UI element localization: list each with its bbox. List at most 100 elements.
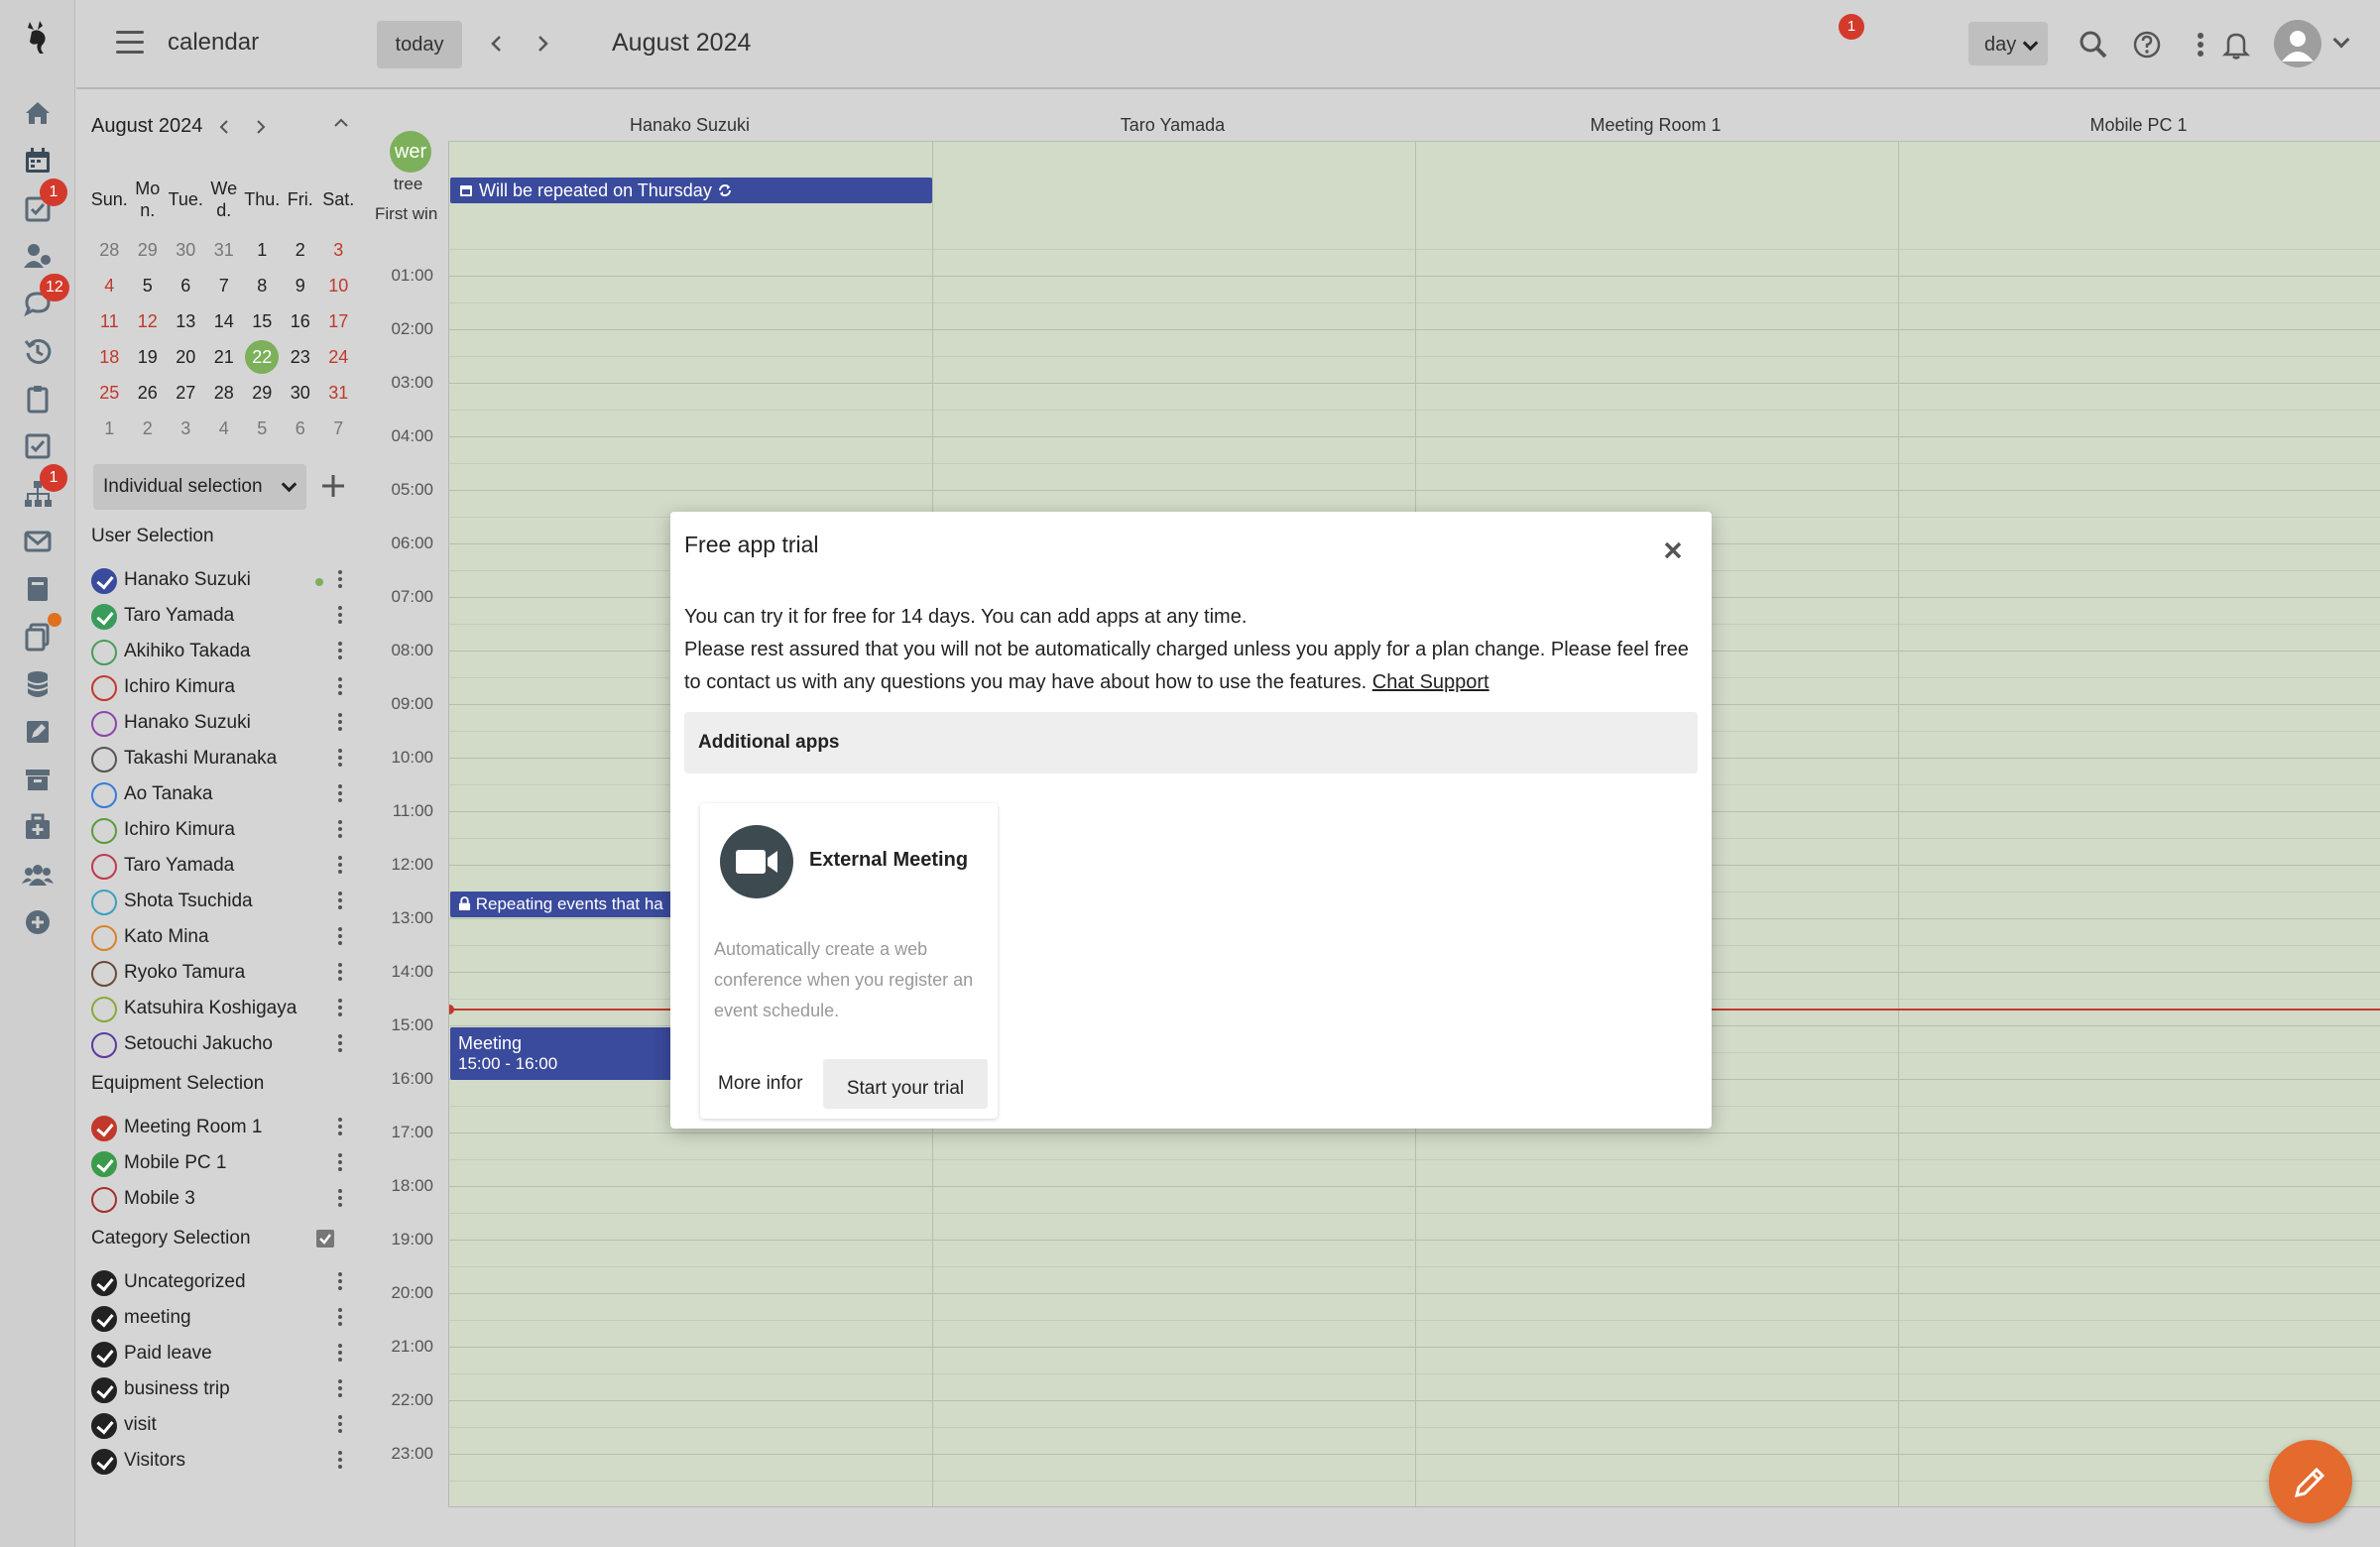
- mini-day[interactable]: 28: [90, 232, 129, 268]
- mini-day[interactable]: 30: [282, 375, 320, 411]
- book-icon[interactable]: [22, 573, 54, 605]
- kebab-menu-icon[interactable]: [338, 1189, 344, 1209]
- user-checkbox[interactable]: [91, 997, 117, 1022]
- user-item[interactable]: Setouchi Jakucho: [91, 1025, 349, 1061]
- mini-day[interactable]: 31: [319, 375, 358, 411]
- category-checkbox[interactable]: [91, 1449, 117, 1475]
- collapse-icon[interactable]: [332, 113, 350, 133]
- category-checkbox[interactable]: [91, 1342, 117, 1368]
- allday-event[interactable]: Will be repeated on Thursday: [450, 178, 932, 203]
- mini-day[interactable]: 24: [319, 339, 358, 375]
- category-checkbox[interactable]: [91, 1377, 117, 1403]
- mini-day[interactable]: 17: [319, 303, 358, 339]
- column-header[interactable]: Taro Yamada: [931, 115, 1414, 136]
- kebab-menu-icon[interactable]: [338, 1379, 344, 1399]
- today-button[interactable]: today: [377, 21, 462, 68]
- equipment-checkbox[interactable]: [91, 1187, 117, 1213]
- mini-day[interactable]: 7: [205, 268, 244, 303]
- mini-day[interactable]: 4: [205, 411, 244, 446]
- mini-day[interactable]: 23: [282, 339, 320, 375]
- calendar-icon[interactable]: [22, 145, 54, 177]
- users-icon[interactable]: [22, 240, 54, 272]
- kebab-menu-icon[interactable]: [338, 892, 344, 911]
- mini-day[interactable]: 10: [319, 268, 358, 303]
- equipment-item[interactable]: Mobile PC 1: [91, 1144, 349, 1180]
- user-checkbox[interactable]: [91, 604, 117, 630]
- allday-avatar[interactable]: wer: [390, 131, 431, 173]
- user-checkbox[interactable]: [91, 925, 117, 951]
- medkit-icon[interactable]: [22, 811, 54, 843]
- category-item[interactable]: Visitors: [91, 1442, 349, 1478]
- kebab-menu-icon[interactable]: [338, 1344, 344, 1364]
- kebab-menu-icon[interactable]: [338, 1153, 344, 1173]
- mini-day[interactable]: 15: [243, 303, 282, 339]
- mini-day[interactable]: 16: [282, 303, 320, 339]
- kebab-menu-icon[interactable]: [338, 1308, 344, 1328]
- mini-day[interactable]: 25: [90, 375, 129, 411]
- chat-icon[interactable]: 12: [22, 274, 69, 319]
- user-item[interactable]: Akihiko Takada: [91, 633, 349, 668]
- user-item[interactable]: Katsuhira Koshigaya: [91, 990, 349, 1025]
- mini-day[interactable]: 1: [90, 411, 129, 446]
- user-checkbox[interactable]: [91, 890, 117, 915]
- user-checkbox[interactable]: [91, 818, 117, 844]
- user-checkbox[interactable]: [91, 675, 117, 701]
- mail-icon[interactable]: [22, 526, 54, 557]
- category-checkbox[interactable]: [91, 1413, 117, 1439]
- user-item[interactable]: Taro Yamada: [91, 597, 349, 633]
- next-arrow-icon[interactable]: [531, 30, 554, 58]
- category-item[interactable]: meeting: [91, 1299, 349, 1335]
- equipment-item[interactable]: Mobile 3: [91, 1180, 349, 1216]
- column-header[interactable]: Meeting Room 1: [1414, 115, 1897, 136]
- kebab-menu-icon[interactable]: [338, 999, 344, 1018]
- user-checkbox[interactable]: [91, 747, 117, 773]
- category-item[interactable]: business trip: [91, 1370, 349, 1406]
- mini-day[interactable]: 18: [90, 339, 129, 375]
- category-item[interactable]: Uncategorized: [91, 1263, 349, 1299]
- kebab-menu-icon[interactable]: [338, 677, 344, 697]
- meeting-event[interactable]: Meeting 15:00 - 16:00: [450, 1027, 673, 1080]
- column-header[interactable]: Mobile PC 1: [1897, 115, 2380, 136]
- user-item[interactable]: Hanako Suzuki: [91, 561, 349, 597]
- mini-day[interactable]: 3: [319, 232, 358, 268]
- bell-icon[interactable]: [2219, 28, 2253, 61]
- user-item[interactable]: Hanako Suzuki: [91, 704, 349, 740]
- chat-support-link[interactable]: Chat Support: [1372, 671, 1489, 693]
- add-circle-icon[interactable]: [22, 906, 54, 938]
- new-event-button[interactable]: [2269, 1440, 2352, 1523]
- selection-mode-select[interactable]: Individual selection: [93, 464, 306, 510]
- mini-day[interactable]: 2: [282, 232, 320, 268]
- user-item[interactable]: Ichiro Kimura: [91, 811, 349, 847]
- user-checkbox[interactable]: [91, 711, 117, 737]
- home-icon[interactable]: [22, 97, 54, 129]
- equipment-checkbox[interactable]: [91, 1151, 117, 1177]
- category-item[interactable]: Paid leave: [91, 1335, 349, 1370]
- task-check-icon[interactable]: 1: [22, 178, 67, 224]
- clipboard-icon[interactable]: [22, 383, 54, 415]
- mini-day[interactable]: 3: [167, 411, 205, 446]
- user-item[interactable]: Shota Tsuchida: [91, 883, 349, 918]
- kebab-menu-icon[interactable]: [338, 784, 344, 804]
- category-checkbox[interactable]: [91, 1306, 117, 1332]
- user-item[interactable]: Ichiro Kimura: [91, 668, 349, 704]
- add-icon[interactable]: [320, 473, 346, 499]
- mini-day[interactable]: 1: [243, 232, 282, 268]
- mini-day[interactable]: 5: [243, 411, 282, 446]
- more-vertical-icon[interactable]: [2184, 28, 2217, 61]
- kebab-menu-icon[interactable]: [338, 713, 344, 733]
- app-logo-icon[interactable]: [18, 18, 58, 58]
- kebab-menu-icon[interactable]: [338, 1415, 344, 1435]
- kebab-menu-icon[interactable]: [338, 1451, 344, 1471]
- prev-arrow-icon[interactable]: [485, 30, 509, 58]
- mini-day[interactable]: 14: [205, 303, 244, 339]
- kebab-menu-icon[interactable]: [338, 1272, 344, 1292]
- mini-day[interactable]: 2: [129, 411, 168, 446]
- category-checkbox[interactable]: [91, 1270, 117, 1296]
- mini-day[interactable]: 19: [129, 339, 168, 375]
- database-icon[interactable]: [22, 668, 54, 700]
- help-icon[interactable]: [2130, 28, 2164, 61]
- mini-day[interactable]: 21: [205, 339, 244, 375]
- history-icon[interactable]: [22, 335, 54, 367]
- user-checkbox[interactable]: [91, 640, 117, 665]
- kebab-menu-icon[interactable]: [338, 606, 344, 626]
